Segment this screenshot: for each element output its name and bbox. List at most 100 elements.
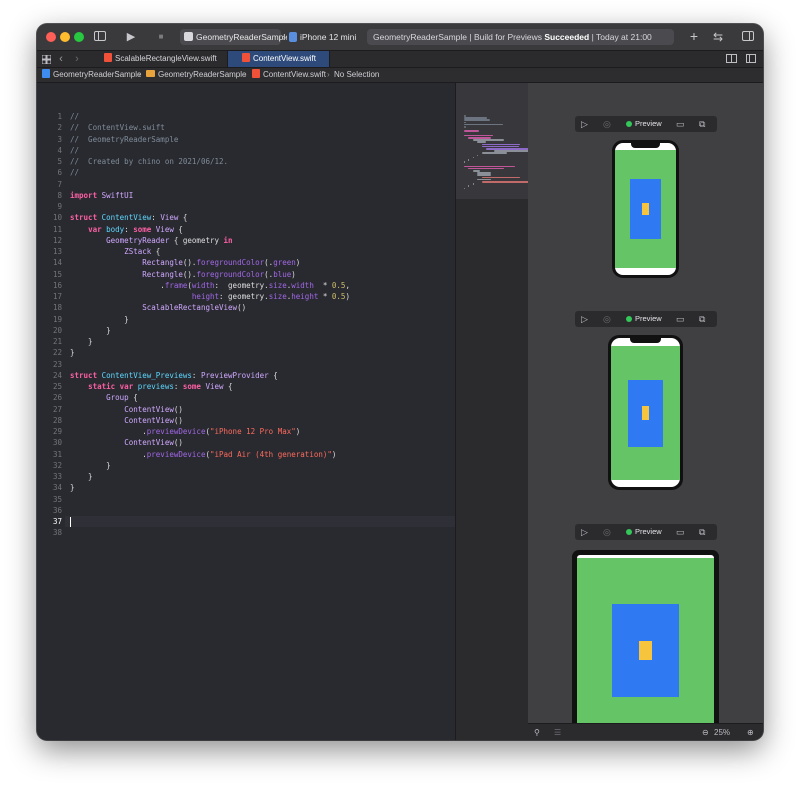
variants-icon[interactable]: ☰ <box>554 724 561 740</box>
back-arrow-icon[interactable]: ‹ <box>57 51 65 67</box>
code-line[interactable]: import SwiftUI <box>70 190 133 201</box>
preview-toolbar-1: ▷ ◎ Preview ▭ ⧉ <box>575 116 717 132</box>
window-toolbar: ▶ ■ GeometryReaderSample › iPhone 12 min… <box>37 24 763 51</box>
minimap-line <box>472 183 474 185</box>
tab-content-view[interactable]: ContentView.swift <box>228 51 330 67</box>
code-line[interactable]: ZStack { <box>70 246 160 257</box>
live-preview-icon[interactable]: ▷ <box>581 311 588 327</box>
live-preview-icon[interactable]: ▷ <box>581 524 588 540</box>
code-line[interactable]: ContentView() <box>70 404 183 415</box>
code-line[interactable]: struct ContentView: View { <box>70 212 187 223</box>
line-number: 1 <box>57 112 62 121</box>
device-settings-icon[interactable]: ▭ <box>676 116 685 132</box>
minimap[interactable] <box>455 83 533 740</box>
jump-selection[interactable]: No Selection <box>334 68 379 82</box>
device-settings-icon[interactable]: ▭ <box>676 524 685 540</box>
tab-label: ScalableRectangleView.swift <box>115 54 217 63</box>
code-line[interactable]: GeometryReader { geometry in <box>70 235 232 246</box>
code-line[interactable]: } <box>70 460 111 471</box>
minimap-line <box>464 161 466 163</box>
code-line[interactable]: } <box>70 336 93 347</box>
scalable-rectangle <box>642 203 649 215</box>
code-line[interactable]: } <box>70 325 111 336</box>
code-line[interactable]: Rectangle().foregroundColor(.blue) <box>70 269 296 280</box>
device-settings-icon[interactable]: ▭ <box>676 311 685 327</box>
code-line[interactable]: } <box>70 314 129 325</box>
duplicate-preview-icon[interactable]: ⧉ <box>699 116 705 132</box>
preview-toolbar-2: ▷ ◎ Preview ▭ ⧉ <box>575 311 717 327</box>
source-editor[interactable]: 1 2 3 4 5 6 7 8 9 10 11 12 13 14 15 16 17 18 19 20 21 22 23 24 2… <box>37 83 455 740</box>
code-line[interactable]: } <box>70 471 93 482</box>
pin-icon[interactable]: ⚲ <box>534 724 540 740</box>
code-line[interactable]: Rectangle().foregroundColor(.green) <box>70 257 300 268</box>
line-number: 20 <box>52 325 62 335</box>
code-line[interactable]: // <box>70 145 79 156</box>
play-icon: ▶ <box>126 31 136 43</box>
code-line[interactable]: .previewDevice("iPad Air (4th generation… <box>70 449 336 460</box>
preview-canvas[interactable]: ▷ ◎ Preview ▭ ⧉ ▷ ◎ Preview ▭ ⧉ ▷ ◎ Prev… <box>528 83 763 723</box>
code-line[interactable]: // ContentView.swift <box>70 122 165 133</box>
navigator-toggle-button[interactable] <box>93 29 107 45</box>
jump-folder[interactable]: GeometryReaderSample <box>146 68 246 82</box>
scheme-selector[interactable]: GeometryReaderSample <box>180 29 290 45</box>
code-line[interactable]: } <box>70 347 75 358</box>
run-destination-selector[interactable]: iPhone 12 mini <box>287 29 357 45</box>
zoom-out-icon[interactable]: ⊖ <box>702 724 709 740</box>
minimize-window-button[interactable] <box>60 32 70 42</box>
stop-button[interactable]: ■ <box>155 29 167 45</box>
duplicate-preview-icon[interactable]: ⧉ <box>699 311 705 327</box>
code-line[interactable]: // Created by chino on 2021/06/12. <box>70 156 228 167</box>
code-line[interactable]: height: geometry.size.height * 0.5) <box>70 291 350 302</box>
inspect-preview-icon[interactable]: ◎ <box>603 524 611 540</box>
line-number: 21 <box>52 337 62 346</box>
swift-file-icon <box>104 53 112 63</box>
current-line-highlight <box>65 516 455 528</box>
code-line[interactable]: .previewDevice("iPhone 12 Pro Max") <box>70 426 300 437</box>
code-line[interactable]: // <box>70 111 79 122</box>
zoom-level[interactable]: 25% <box>714 724 730 740</box>
code-line[interactable]: var body: some View { <box>70 224 183 235</box>
line-number: 33 <box>52 472 62 481</box>
library-add-button[interactable]: + <box>687 29 701 44</box>
minimap-line <box>477 141 486 143</box>
code-line[interactable]: ContentView() <box>70 415 183 426</box>
scheme-device-label: iPhone 12 mini <box>300 32 357 42</box>
inspector-toggle-button[interactable] <box>741 29 755 45</box>
grid-icon[interactable] <box>41 53 51 69</box>
canvas-bottom-bar: ⚲ ☰ ⊖ 25% ⊕ <box>528 723 763 740</box>
duplicate-preview-icon[interactable]: ⧉ <box>699 524 705 540</box>
close-window-button[interactable] <box>46 32 56 42</box>
zoom-in-icon[interactable]: ⊕ <box>747 724 754 740</box>
forward-arrow-icon[interactable]: › <box>73 51 81 67</box>
tab-scalable-rectangle-view[interactable]: ScalableRectangleView.swift <box>91 51 228 67</box>
activity-viewer: GeometryReaderSample | Build for Preview… <box>367 29 674 45</box>
inspect-preview-icon[interactable]: ◎ <box>603 311 611 327</box>
preview-label: Preview <box>635 119 662 128</box>
adjust-editor-options-icon[interactable] <box>725 52 737 68</box>
line-number: 29 <box>52 427 62 436</box>
minimap-line <box>464 126 467 128</box>
live-preview-icon[interactable]: ▷ <box>581 116 588 132</box>
run-button[interactable]: ▶ <box>125 29 137 45</box>
line-number: 5 <box>57 157 62 166</box>
jump-file[interactable]: ContentView.swift <box>252 68 326 82</box>
code-line[interactable]: struct ContentView_Previews: PreviewProv… <box>70 370 278 381</box>
code-line[interactable]: Group { <box>70 392 138 403</box>
add-editor-icon[interactable] <box>745 52 757 68</box>
code-line[interactable]: ScalableRectangleView() <box>70 302 246 313</box>
code-review-button[interactable]: ⇆ <box>710 29 726 45</box>
code-line[interactable]: // <box>70 167 79 178</box>
code-line[interactable]: static var previews: some View { <box>70 381 233 392</box>
inspect-preview-icon[interactable]: ◎ <box>603 116 611 132</box>
chevron-right-icon: › <box>327 70 330 79</box>
line-number: 13 <box>52 247 62 256</box>
scalable-rectangle <box>639 641 652 660</box>
code-line[interactable]: } <box>70 482 75 493</box>
jump-project[interactable]: GeometryReaderSample <box>42 68 141 82</box>
text-caret <box>70 517 71 527</box>
zoom-window-button[interactable] <box>74 32 84 42</box>
code-line[interactable]: .frame(width: geometry.size.width * 0.5, <box>70 280 350 291</box>
code-line[interactable]: ContentView() <box>70 437 183 448</box>
scheme-project-label: GeometryReaderSample <box>196 32 291 42</box>
code-line[interactable]: // GeometryReaderSample <box>70 134 178 145</box>
